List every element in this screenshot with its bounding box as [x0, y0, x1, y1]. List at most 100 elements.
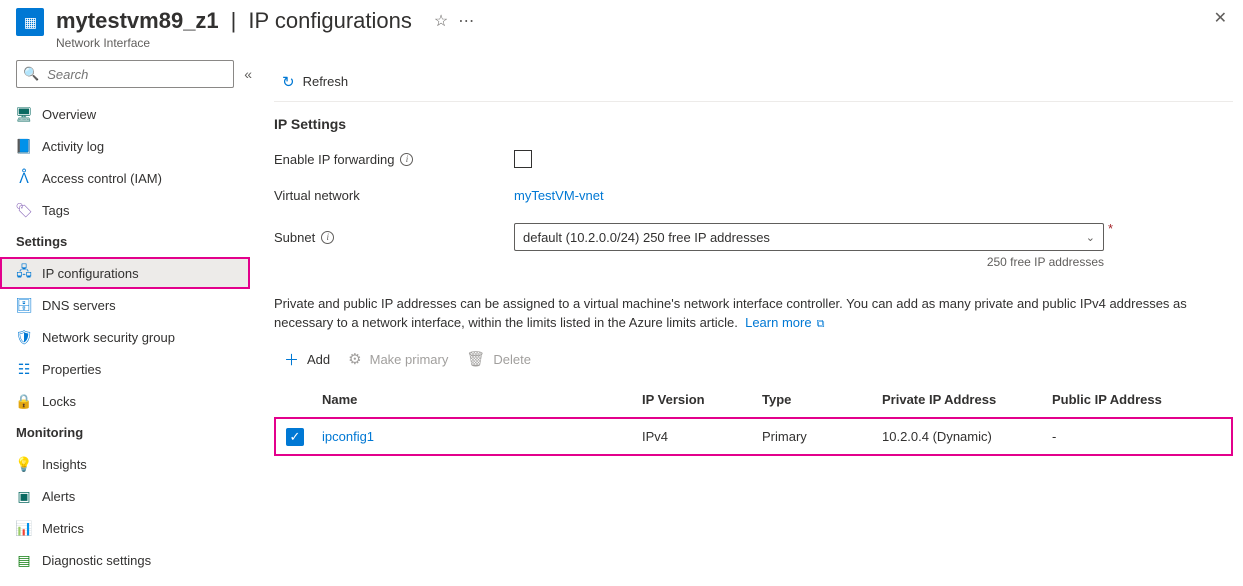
table-row[interactable]: ✓ ipconfig1 IPv4 Primary 10.2.0.4 (Dynam… [274, 417, 1233, 456]
col-public-ip[interactable]: Public IP Address [1044, 382, 1233, 418]
subnet-label: Subnet [274, 230, 315, 245]
close-button[interactable]: ✕ [1214, 8, 1227, 28]
trash-icon: 🗑 [466, 350, 485, 368]
delete-button: 🗑 Delete [466, 350, 531, 368]
sidebar-item-label: DNS servers [42, 298, 116, 313]
more-icon[interactable]: ⋯ [458, 11, 474, 31]
header-titles: mytestvm89_z1 | IP configurations ☆ ⋯ Ne… [56, 8, 474, 50]
row-subnet: Subnet i default (10.2.0.0/24) 250 free … [274, 223, 1233, 251]
lock-icon: 🔒 [16, 393, 32, 410]
row-virtual-network: Virtual network myTestVM-vnet [274, 188, 1233, 203]
info-icon[interactable]: i [321, 231, 334, 244]
make-primary-label: Make primary [370, 352, 449, 367]
external-link-icon: ⧉ [814, 318, 825, 330]
properties-icon: ☷ [16, 361, 32, 378]
sidebar-item-ip-configurations[interactable]: 🖧 IP configurations [0, 257, 250, 289]
virtual-network-link[interactable]: myTestVM-vnet [514, 188, 604, 203]
add-button[interactable]: ＋ Add [284, 349, 330, 370]
check-icon: ✓ [290, 429, 301, 445]
col-name[interactable]: Name [314, 382, 634, 418]
subnet-select[interactable]: default (10.2.0.0/24) 250 free IP addres… [514, 223, 1104, 251]
sidebar-item-label: Access control (IAM) [42, 171, 162, 186]
sidebar-item-properties[interactable]: ☷ Properties [0, 353, 250, 385]
sidebar-item-label: IP configurations [42, 266, 139, 281]
info-icon[interactable]: i [400, 153, 413, 166]
sidebar-item-insights[interactable]: 💡 Insights [0, 448, 250, 480]
overview-icon: 🖥 [16, 106, 32, 123]
main-content: ↻ Refresh IP Settings Enable IP forwardi… [250, 54, 1243, 576]
sidebar-item-dns-servers[interactable]: 🗄 DNS servers [0, 289, 250, 321]
cell-private-ip: 10.2.0.4 (Dynamic) [874, 417, 1044, 456]
sidebar-item-label: Alerts [42, 489, 75, 504]
search-icon: 🔍 [23, 66, 39, 82]
command-bar: ↻ Refresh [274, 62, 1233, 102]
col-private-ip[interactable]: Private IP Address [874, 382, 1044, 418]
col-type[interactable]: Type [754, 382, 874, 418]
delete-label: Delete [493, 352, 531, 367]
metrics-icon: 📊 [16, 520, 32, 537]
cell-public-ip: - [1044, 417, 1233, 456]
sidebar-item-label: Tags [42, 203, 69, 218]
sidebar-item-label: Activity log [42, 139, 104, 154]
title-separator: | [231, 8, 237, 34]
sidebar-item-overview[interactable]: 🖥 Overview [0, 98, 250, 130]
refresh-button[interactable]: ↻ Refresh [274, 66, 356, 98]
sidebar-item-label: Locks [42, 394, 76, 409]
sidebar-item-diagnostic-settings[interactable]: ▤ Diagnostic settings [0, 544, 250, 576]
learn-more-link[interactable]: Learn more ⧉ [745, 315, 824, 330]
refresh-label: Refresh [303, 74, 349, 89]
nav-group-monitoring: Monitoring [0, 417, 250, 448]
sidebar-item-alerts[interactable]: ▣ Alerts [0, 480, 250, 512]
sidebar-item-label: Insights [42, 457, 87, 472]
enable-ip-forwarding-checkbox[interactable] [514, 150, 532, 168]
pin-icon[interactable]: ☆ [434, 11, 448, 31]
sidebar-item-label: Diagnostic settings [42, 553, 151, 568]
row-enable-ip-forwarding: Enable IP forwarding i [274, 150, 1233, 168]
tags-icon: 🏷 [16, 202, 32, 219]
cell-ip-version: IPv4 [634, 417, 754, 456]
sidebar-item-locks[interactable]: 🔒 Locks [0, 385, 250, 417]
sidebar-item-label: Properties [42, 362, 101, 377]
resource-type-icon: ▦ [16, 8, 44, 36]
make-primary-button: ⚙ Make primary [348, 350, 448, 368]
table-header-row: Name IP Version Type Private IP Address … [274, 382, 1233, 418]
search-input[interactable] [45, 66, 227, 83]
ipconfig-table: Name IP Version Type Private IP Address … [274, 382, 1233, 456]
plus-icon: ＋ [284, 349, 299, 370]
ip-config-icon: 🖧 [16, 261, 32, 285]
col-ip-version[interactable]: IP Version [634, 382, 754, 418]
gear-icon: ⚙ [348, 350, 361, 368]
list-toolbar: ＋ Add ⚙ Make primary 🗑 Delete [274, 343, 1233, 382]
enable-ip-forwarding-label: Enable IP forwarding [274, 152, 394, 167]
sidebar-item-label: Network security group [42, 330, 175, 345]
refresh-icon: ↻ [282, 73, 295, 91]
page-header: ▦ mytestvm89_z1 | IP configurations ☆ ⋯ … [0, 0, 1243, 54]
alerts-icon: ▣ [16, 488, 32, 505]
virtual-network-label: Virtual network [274, 188, 360, 203]
subnet-hint: 250 free IP addresses [514, 255, 1104, 269]
sidebar-item-label: Overview [42, 107, 96, 122]
sidebar-item-tags[interactable]: 🏷 Tags [0, 194, 250, 226]
ip-settings-heading: IP Settings [274, 116, 1233, 132]
sidebar-item-metrics[interactable]: 📊 Metrics [0, 512, 250, 544]
sidebar-item-activity-log[interactable]: 📘 Activity log [0, 130, 250, 162]
sidebar-search[interactable]: 🔍 [16, 60, 234, 88]
sidebar-item-label: Metrics [42, 521, 84, 536]
access-control-icon: ᐰ [16, 170, 32, 187]
sidebar: 🔍 « 🖥 Overview 📘 Activity log ᐰ Access c… [0, 54, 250, 576]
activity-log-icon: 📘 [16, 138, 32, 155]
resource-type-label: Network Interface [56, 36, 474, 50]
required-indicator: * [1108, 221, 1113, 236]
dns-icon: 🗄 [16, 297, 32, 314]
row-checkbox[interactable]: ✓ [286, 428, 304, 446]
cell-type: Primary [754, 417, 874, 456]
sidebar-item-nsg[interactable]: 🛡 Network security group [0, 321, 250, 353]
sidebar-item-access-control[interactable]: ᐰ Access control (IAM) [0, 162, 250, 194]
nav-group-settings: Settings [0, 226, 250, 257]
description-text: Private and public IP addresses can be a… [274, 295, 1233, 333]
diagnostic-icon: ▤ [16, 552, 32, 569]
subnet-select-value: default (10.2.0.0/24) 250 free IP addres… [523, 230, 770, 245]
page-title: IP configurations [248, 8, 411, 34]
ipconfig-name-link[interactable]: ipconfig1 [322, 429, 374, 444]
shield-icon: 🛡 [16, 329, 32, 346]
